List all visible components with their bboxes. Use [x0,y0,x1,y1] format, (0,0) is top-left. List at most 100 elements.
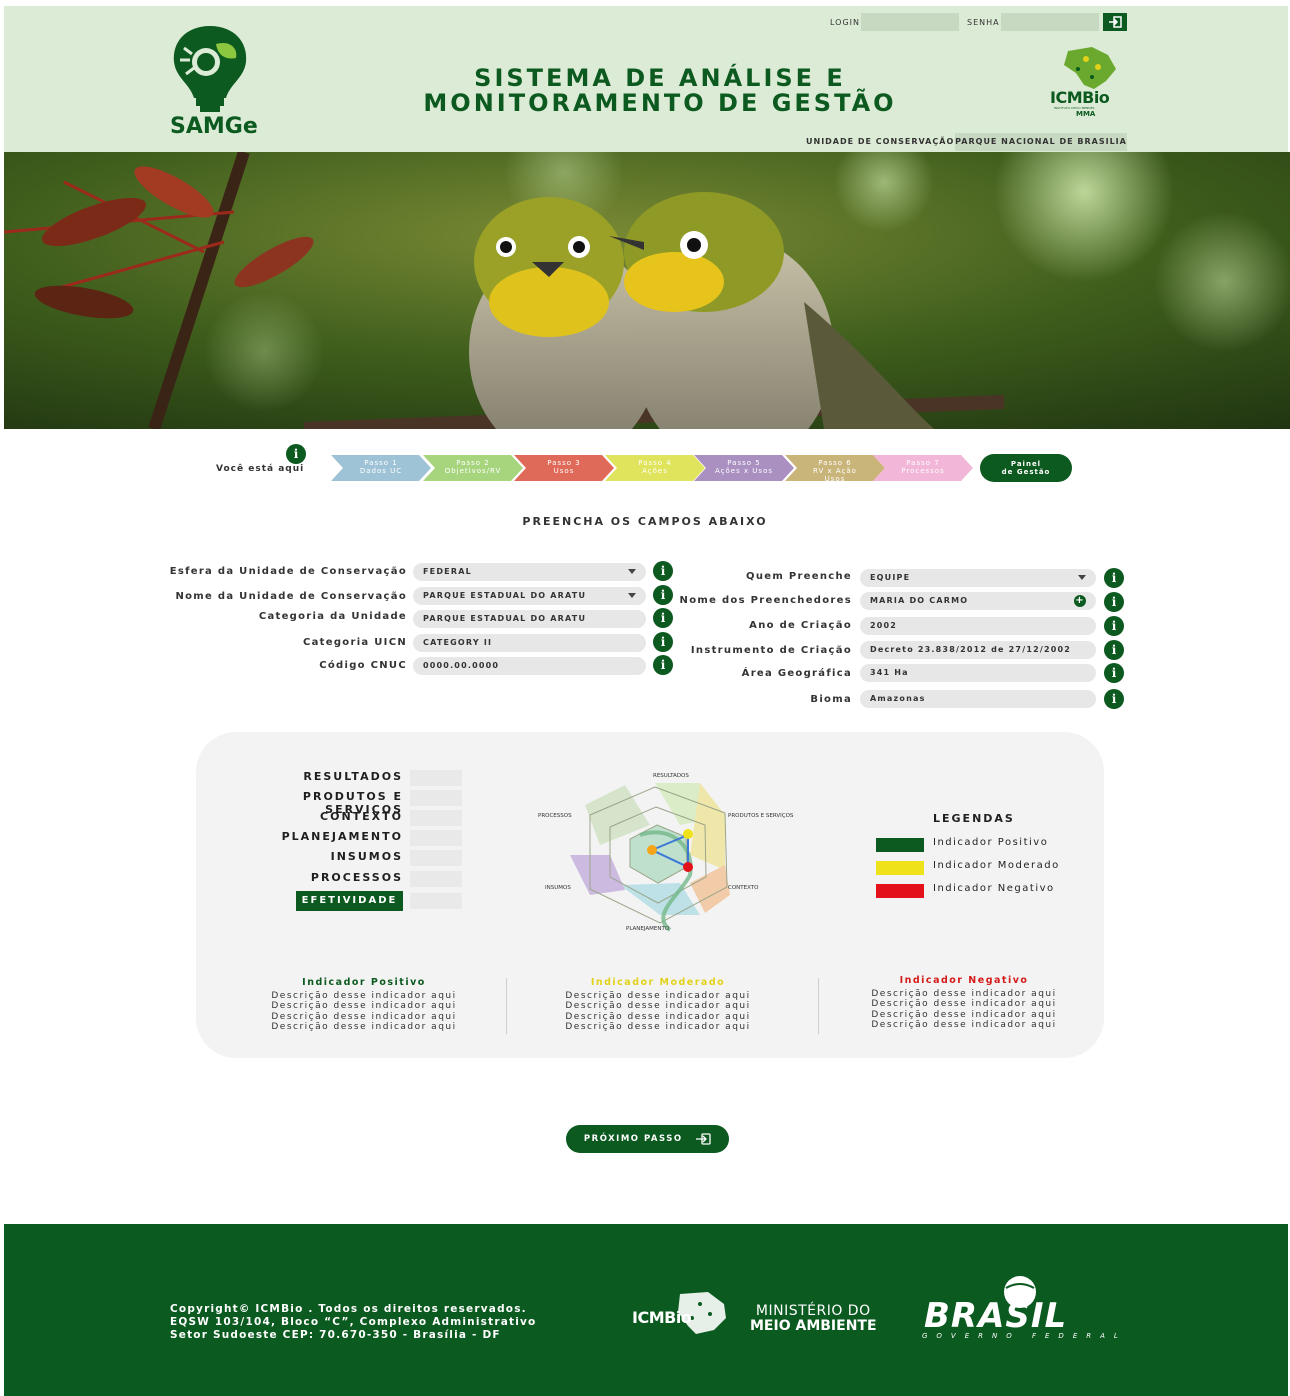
bioma-field[interactable]: Amazonas [860,690,1096,708]
footer-icmbio-text: ICMBio [632,1308,692,1327]
copyright-line-1: Copyright© ICMBio . Todos os direitos re… [170,1303,527,1315]
step-line: Usos [553,467,575,475]
esfera-select[interactable]: FEDERAL [413,563,646,581]
preenchedores-field[interactable]: MARIA DO CARMO + [860,592,1096,610]
step-painel-gestao[interactable]: Painel de Gestão [980,454,1072,482]
brazil-map-icon [1064,47,1116,89]
uc-selector[interactable]: PARQUE NACIONAL DE BRASILIA [955,133,1127,151]
icmbio-logo[interactable]: ICMBio INSTITUTO CHICO MENDES MMA [1046,45,1130,119]
divider [506,978,507,1034]
chevron-down-icon [628,569,636,574]
category-processos[interactable]: PROCESSOS [223,871,403,884]
step-final-line2: de Gestão [1001,468,1051,476]
step-3[interactable]: Passo 3 Usos [514,455,614,481]
radar-label-top: RESULTADOS [653,773,689,779]
footer-icmbio-logo[interactable]: ICMBio [630,1290,730,1336]
desc-heading: Indicador Positivo [302,977,426,988]
field-label-categoria: Categoria da Unidade [258,611,407,622]
info-icon-preenchedores[interactable]: i [1104,592,1124,612]
ministerio-line-2: MEIO AMBIENTE [750,1318,877,1334]
login-input[interactable] [861,13,959,31]
desc-line: Descrição desse indicador aqui [271,1011,457,1022]
legend-title: LEGENDAS [933,812,1015,825]
login-submit-button[interactable] [1103,13,1127,31]
ano-criacao-field[interactable]: 2002 [860,617,1096,635]
info-icon-instrumento[interactable]: i [1104,640,1124,660]
desc-line: Descrição desse indicador aqui [271,1022,457,1032]
title-line-1: SISTEMA DE ANÁLISE E [474,64,846,92]
samge-logo[interactable]: SAMGe [160,18,260,139]
step-line: Passo 5 [727,459,761,467]
instrumento-field[interactable]: Decreto 23.838/2012 de 27/12/2002 [860,641,1096,659]
category-resultados[interactable]: RESULTADOS [223,770,403,783]
step-line: Usos [824,475,846,483]
senha-input[interactable] [1001,13,1099,31]
next-step-button[interactable]: PRÓXIMO PASSO [566,1125,729,1153]
category-insumos[interactable]: INSUMOS [223,850,403,863]
category-value-box [410,871,462,887]
login-label: LOGIN [830,18,861,27]
step-line: Objetivos/RV [444,467,502,475]
steps-info-icon[interactable]: i [286,444,306,464]
desc-line: Descrição desse indicador aqui [871,1009,1057,1020]
copyright-line-3: Setor Sudoeste CEP: 70.670-350 - Brasíli… [170,1329,501,1341]
desc-heading: Indicador Moderado [590,977,726,988]
nome-uc-value: PARQUE ESTADUAL DO ARATU [423,591,587,600]
area-field[interactable]: 341 Ha [860,664,1096,682]
info-icon-ano-criacao[interactable]: i [1104,616,1124,636]
legend-swatch-positivo [876,838,924,852]
nome-uc-select[interactable]: PARQUE ESTADUAL DO ARATU [413,587,646,605]
info-icon-area[interactable]: i [1104,663,1124,683]
step-line: Passo 1 [364,459,398,467]
page-title: SISTEMA DE ANÁLISE E MONITORAMENTO DE GE… [360,66,960,116]
footer-brasil-logo[interactable]: BRASIL GOVERNO FEDERAL [920,1270,1130,1342]
desc-line: Descrição desse indicador aqui [565,1022,751,1032]
step-5[interactable]: Passo 5 Ações x Usos [694,455,794,481]
info-icon-quem-preenche[interactable]: i [1104,568,1124,588]
legend-label-moderado: Indicador Moderado [933,860,1060,871]
info-icon-bioma[interactable]: i [1104,689,1124,709]
category-planejamento[interactable]: PLANEJAMENTO [223,830,403,843]
step-line: Passo 4 [638,459,672,467]
category-efetividade[interactable]: EFETIVIDADE [296,891,403,911]
divider [818,978,819,1034]
field-label-esfera: Esfera da Unidade de Conservação [169,566,407,577]
desc-line: Descrição desse indicador aqui [271,1001,457,1011]
step-line: Dados UC [359,467,403,475]
step-6[interactable]: Passo 6 RV x Ação Usos [785,455,885,481]
icmbio-logo-mma: MMA [1076,110,1096,118]
field-label-nome-uc: Nome da Unidade de Conservação [175,591,407,602]
step-2[interactable]: Passo 2 Objetivos/RV [423,455,523,481]
footer-copyright: Copyright© ICMBio . Todos os direitos re… [170,1303,536,1342]
step-line: Passo 6 [818,459,852,467]
uicn-field[interactable]: CATEGORY II [413,634,646,652]
categoria-field[interactable]: PARQUE ESTADUAL DO ARATU [413,610,646,628]
next-step-label: PRÓXIMO PASSO [583,1134,683,1144]
category-value-box [410,810,462,826]
radar-label-top-right: PRODUTOS E SERVIÇOS [728,813,794,819]
category-contexto[interactable]: CONTEXTO [223,810,403,823]
category-value-box [410,893,462,909]
field-label-quem-preenche: Quem Preenche [746,571,852,582]
footer-brasil-text: BRASIL [924,1296,1068,1336]
add-icon[interactable]: + [1074,595,1086,607]
legend-label-positivo: Indicador Positivo [933,837,1049,848]
senha-label: SENHA [967,18,1000,27]
step-4[interactable]: Passo 4 Ações [605,455,705,481]
category-value-box [410,850,462,866]
radar-label-bottom: PLANEJAMENTO [626,926,670,932]
field-label-instrumento: Instrumento de Criação [690,645,852,656]
step-line: Passo 7 [906,459,940,467]
desc-negativo: Indicador Negativo Descrição desse indic… [864,975,1064,1031]
step-7[interactable]: Passo 7 Processos [873,455,973,481]
field-label-uicn: Categoria UICN [302,637,407,648]
desc-line: Descrição desse indicador aqui [565,990,751,1001]
cnuc-field[interactable]: 0000.00.0000 [413,657,646,675]
uc-label: UNIDADE DE CONSERVAÇÃO: [806,137,959,146]
step-1[interactable]: Passo 1 Dados UC [331,455,431,481]
desc-line: Descrição desse indicador aqui [271,990,457,1001]
preenchedores-value: MARIA DO CARMO [870,596,969,605]
quem-preenche-select[interactable]: EQUIPE [860,569,1096,587]
desc-line: Descrição desse indicador aqui [871,988,1057,999]
hero-banner [4,152,1290,429]
